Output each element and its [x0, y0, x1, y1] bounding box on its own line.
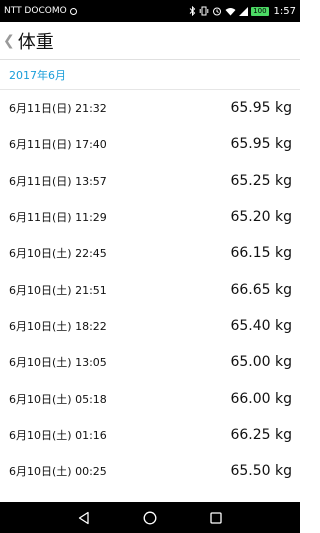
back-button[interactable]: ❮ 体重 [3, 28, 54, 54]
list-item[interactable]: 6月11日(日) 13:57 65.25 kg [0, 163, 300, 199]
recents-square-icon[interactable] [209, 511, 223, 525]
chevron-left-icon: ❮ [3, 32, 15, 49]
entry-datetime: 6月10日(土) 13:05 [9, 356, 107, 370]
app-bar: ❮ 体重 [0, 22, 300, 60]
entry-weight: 66.65 kg [230, 281, 292, 298]
list-item[interactable]: 6月10日(土) 21:51 66.65 kg [0, 271, 300, 307]
entry-weight: 65.95 kg [230, 136, 292, 153]
clock: 1:57 [273, 5, 296, 17]
weight-history[interactable]: 2017年6月 6月11日(日) 21:32 65.95 kg 6月11日(日)… [0, 61, 300, 502]
entry-weight: 66.25 kg [230, 426, 292, 443]
signal-icon [239, 6, 249, 16]
entry-weight: 65.00 kg [230, 354, 292, 371]
status-bar: NTT DOCOMO 100 1:57 [0, 0, 300, 22]
entry-datetime: 6月10日(土) 22:45 [9, 247, 107, 261]
list-item[interactable]: 6月10日(土) 13:05 65.00 kg [0, 344, 300, 380]
list-item[interactable]: 6月10日(土) 22:45 66.15 kg [0, 235, 300, 271]
entry-datetime: 6月10日(土) 21:51 [9, 283, 107, 297]
entry-datetime: 6月11日(日) 17:40 [9, 138, 107, 152]
list-item[interactable]: 6月10日(土) 00:25 65.50 kg [0, 453, 300, 489]
system-nav-bar [0, 502, 300, 533]
entry-datetime: 6月11日(日) 11:29 [9, 211, 107, 225]
weight-list: 6月11日(日) 21:32 65.95 kg 6月11日(日) 17:40 6… [0, 90, 300, 489]
entry-weight: 65.40 kg [230, 317, 292, 334]
entry-datetime: 6月10日(土) 01:16 [9, 428, 107, 442]
entry-weight: 65.20 kg [230, 209, 292, 226]
list-item[interactable]: 6月10日(土) 01:16 66.25 kg [0, 417, 300, 453]
alarm-icon [213, 7, 222, 16]
entry-weight: 66.15 kg [230, 245, 292, 262]
list-item[interactable]: 6月10日(土) 18:22 65.40 kg [0, 308, 300, 344]
screen: NTT DOCOMO 100 1:57 ❮ 体重 2017年6月 6月11日(日… [0, 0, 300, 533]
bluetooth-icon [189, 6, 196, 16]
entry-weight: 65.95 kg [230, 100, 292, 117]
wifi-icon [225, 7, 236, 15]
home-circle-icon[interactable] [143, 511, 157, 525]
entry-datetime: 6月10日(土) 05:18 [9, 392, 107, 406]
list-item[interactable]: 6月11日(日) 21:32 65.95 kg [0, 90, 300, 126]
status-icons: 100 1:57 [189, 6, 296, 17]
carrier: NTT DOCOMO [4, 6, 77, 16]
page-title: 体重 [17, 31, 54, 53]
entry-datetime: 6月11日(日) 13:57 [9, 174, 107, 188]
entry-weight: 66.00 kg [230, 390, 292, 407]
entry-datetime: 6月10日(土) 00:25 [9, 465, 107, 479]
entry-datetime: 6月11日(日) 21:32 [9, 102, 107, 116]
vibrate-icon [199, 6, 209, 16]
entry-weight: 65.25 kg [230, 172, 292, 189]
list-item[interactable]: 6月10日(土) 05:18 66.00 kg [0, 380, 300, 416]
notification-icon [69, 7, 77, 15]
entry-weight: 65.50 kg [230, 463, 292, 480]
list-item[interactable]: 6月11日(日) 17:40 65.95 kg [0, 126, 300, 162]
carrier-label: NTT DOCOMO [4, 6, 67, 16]
back-triangle-icon[interactable] [77, 511, 91, 525]
battery-icon: 100 [251, 6, 269, 16]
month-section-header: 2017年6月 [0, 61, 300, 90]
list-item[interactable]: 6月11日(日) 11:29 65.20 kg [0, 199, 300, 235]
entry-datetime: 6月10日(土) 18:22 [9, 319, 107, 333]
